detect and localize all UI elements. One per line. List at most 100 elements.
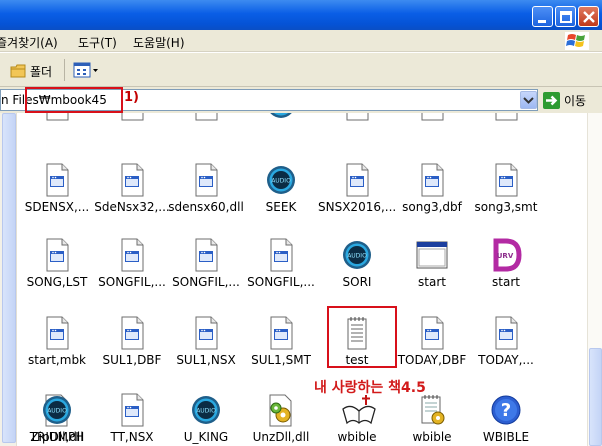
generic-file-icon xyxy=(490,163,522,197)
file-item[interactable]: SdeNsx32,... xyxy=(93,163,171,214)
bible-icon xyxy=(341,393,376,427)
file-item[interactable]: ? WBIBLE xyxy=(467,393,545,444)
generic-file-icon xyxy=(490,113,522,121)
close-button[interactable] xyxy=(578,6,599,27)
address-dropdown-button[interactable] xyxy=(520,91,537,109)
menu-bar: 즐겨찾기(A) 도구(T) 도움말(H) xyxy=(0,30,602,52)
generic-file-icon xyxy=(190,316,222,350)
folder-icon xyxy=(10,64,26,78)
file-item[interactable] xyxy=(93,113,171,124)
title-bar xyxy=(0,0,602,30)
file-item[interactable] xyxy=(167,113,245,124)
go-button[interactable]: 이동 xyxy=(543,92,586,109)
file-name-label: wbible xyxy=(337,430,377,444)
file-name-label: sdensx60,dll xyxy=(168,200,244,214)
menu-help[interactable]: 도움말(H) xyxy=(133,34,185,51)
file-name-label: song3,smt xyxy=(474,200,538,214)
file-item[interactable]: TT,NSX xyxy=(93,393,171,444)
file-item[interactable]: song3,smt xyxy=(467,163,545,214)
file-item[interactable]: URV start xyxy=(467,238,545,289)
file-item[interactable] xyxy=(18,113,96,124)
file-item[interactable] xyxy=(318,113,396,124)
file-item[interactable]: start xyxy=(393,238,471,289)
address-bar: n Files₩mbook45 1) 이동 xyxy=(0,87,602,113)
file-item[interactable]: AUDIO SORI xyxy=(318,238,396,289)
file-item[interactable]: SUL1,NSX xyxy=(167,316,245,367)
generic-file-icon xyxy=(341,113,373,121)
audio-icon: AUDIO xyxy=(265,113,297,121)
toolbar: 폴더 xyxy=(0,53,602,87)
file-name-label: UnzDll,dll xyxy=(252,430,310,444)
file-item[interactable]: SONGFIL,... xyxy=(93,238,171,289)
go-label: 이동 xyxy=(564,94,587,108)
generic-file-icon xyxy=(116,316,148,350)
menu-favorites[interactable]: 즐겨찾기(A) xyxy=(0,34,58,51)
file-item[interactable]: SONGFIL,... xyxy=(167,238,245,289)
file-item[interactable]: SNSX2016,... xyxy=(318,163,396,214)
scroll-thumb[interactable] xyxy=(589,348,602,446)
maximize-button[interactable] xyxy=(555,6,576,27)
svg-text:URV: URV xyxy=(497,252,514,260)
file-item[interactable]: AUDIO xyxy=(242,113,320,124)
go-arrow-icon xyxy=(543,92,560,109)
left-scrollbar[interactable] xyxy=(0,113,17,446)
generic-file-icon xyxy=(116,113,148,121)
generic-file-icon xyxy=(265,316,297,350)
vertical-scrollbar[interactable] xyxy=(587,113,602,446)
file-name-label: SONG,LST xyxy=(26,275,88,289)
file-item[interactable]: AUDIO SEEK xyxy=(242,163,320,214)
generic-file-icon xyxy=(416,113,448,121)
file-item[interactable]: SDENSX,... xyxy=(18,163,96,214)
audio-icon: AUDIO xyxy=(41,393,73,427)
generic-file-icon xyxy=(341,163,373,197)
generic-file-icon xyxy=(416,163,448,197)
address-highlight-box xyxy=(25,87,123,113)
file-item[interactable]: TODAY,DBF xyxy=(393,316,471,367)
file-item[interactable]: SUL1,DBF xyxy=(93,316,171,367)
file-item[interactable] xyxy=(393,113,471,124)
file-item[interactable]: UnzDll,dll xyxy=(242,393,320,444)
file-item[interactable]: AUDIO U_KING xyxy=(167,393,245,444)
file-name-label: TODAY,... xyxy=(478,353,534,367)
generic-file-icon xyxy=(265,238,297,272)
svg-text:AUDIO: AUDIO xyxy=(271,178,291,185)
file-item[interactable]: TODAY,... xyxy=(467,316,545,367)
generic-file-icon xyxy=(490,316,522,350)
file-item[interactable]: song3,dbf xyxy=(393,163,471,214)
file-name-label: SONGFIL,... xyxy=(98,275,166,289)
generic-file-icon xyxy=(116,238,148,272)
address-annotation-label: 1) xyxy=(124,90,139,105)
file-name-label: SDENSX,... xyxy=(24,200,90,214)
generic-file-icon xyxy=(41,113,73,121)
file-item[interactable]: wbible xyxy=(318,393,396,444)
file-name-label: SONGFIL,... xyxy=(247,275,315,289)
file-name-label: start,mbk xyxy=(27,353,87,367)
folders-button[interactable]: 폴더 xyxy=(10,61,52,81)
minimize-button[interactable] xyxy=(532,6,553,27)
svg-text:?: ? xyxy=(501,400,511,421)
help-icon: ? xyxy=(490,393,522,427)
file-item[interactable]: sdensx60,dll xyxy=(167,163,245,214)
file-name-label: TODAY,DBF xyxy=(397,353,467,367)
file-name-label: wbible xyxy=(412,430,452,444)
svg-text:AUDIO: AUDIO xyxy=(347,253,367,260)
file-item[interactable] xyxy=(467,113,545,124)
file-item[interactable]: SONG,LST xyxy=(18,238,96,289)
file-item[interactable]: start,mbk xyxy=(18,316,96,367)
views-button[interactable] xyxy=(73,62,99,79)
file-item[interactable]: AUDIO TRIUMPH xyxy=(18,393,96,444)
file-name-label: SUL1,DBF xyxy=(102,353,162,367)
file-name-label: TRIUMPH xyxy=(29,430,85,444)
file-item[interactable]: wbible xyxy=(393,393,471,444)
menu-tools[interactable]: 도구(T) xyxy=(78,34,117,51)
windows-logo-icon xyxy=(565,32,589,50)
dll-gear-icon xyxy=(265,393,297,427)
left-scroll-thumb[interactable] xyxy=(2,113,16,443)
generic-file-icon xyxy=(190,163,222,197)
file-item[interactable]: SUL1,SMT xyxy=(242,316,320,367)
generic-file-icon xyxy=(116,393,148,427)
file-name-label: SEEK xyxy=(265,200,297,214)
file-name-label: SORI xyxy=(342,275,372,289)
file-name-label: WBIBLE xyxy=(482,430,530,444)
file-item[interactable]: SONGFIL,... xyxy=(242,238,320,289)
